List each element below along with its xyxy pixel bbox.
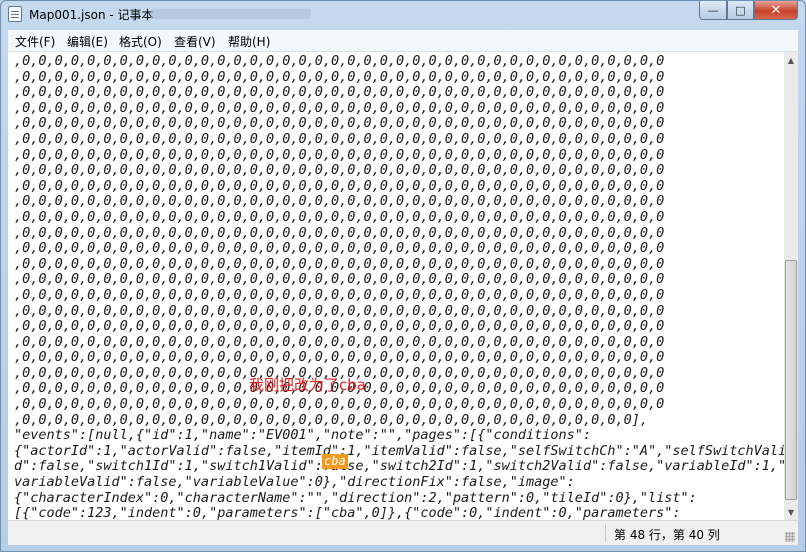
scroll-down-button[interactable]: ▼ (784, 504, 798, 520)
text-editor[interactable]: ,0,0,0,0,0,0,0,0,0,0,0,0,0,0,0,0,0,0,0,0… (8, 52, 784, 520)
maximize-button[interactable]: □ (727, 1, 754, 20)
editor-text[interactable]: ,0,0,0,0,0,0,0,0,0,0,0,0,0,0,0,0,0,0,0,0… (14, 53, 784, 520)
status-divider (605, 524, 606, 542)
overlay-annotation: 我刚把改为了cba (249, 376, 366, 394)
arrow-down-icon: ▼ (787, 507, 795, 517)
menu-bar: 文件(F) 编辑(E) 格式(O) 查看(V) 帮助(H) (8, 30, 798, 52)
menu-edit[interactable]: 编辑(E) (67, 33, 108, 50)
menu-file[interactable]: 文件(F) (15, 33, 55, 50)
maximize-icon: □ (735, 3, 746, 17)
minimize-button[interactable]: — (699, 1, 727, 20)
cursor-position: 第 48 行，第 40 列 (614, 528, 720, 542)
selected-text: cba (324, 454, 346, 468)
notepad-icon[interactable] (8, 6, 22, 22)
resize-grip-icon[interactable] (785, 532, 795, 542)
menu-format[interactable]: 格式(O) (119, 33, 162, 50)
menu-view[interactable]: 查看(V) (174, 33, 216, 50)
blurred-title-area (151, 9, 311, 19)
minimize-icon: — (707, 3, 719, 17)
close-icon: ✕ (770, 2, 782, 18)
arrow-up-icon: ▲ (787, 55, 795, 65)
vertical-scrollbar[interactable]: ▲ ▼ (784, 52, 798, 520)
menu-help[interactable]: 帮助(H) (228, 33, 270, 50)
title-bar[interactable]: Map001.json - 记事本 — □ ✕ (1, 1, 805, 27)
window-title: Map001.json - 记事本 (29, 8, 154, 22)
status-bar: 第 48 行，第 40 列 (8, 520, 798, 545)
scroll-up-button[interactable]: ▲ (784, 52, 798, 68)
notepad-window: Map001.json - 记事本 — □ ✕ 文件(F) 编辑(E) 格式(O… (0, 0, 806, 552)
scroll-thumb[interactable] (785, 260, 797, 500)
close-button[interactable]: ✕ (754, 1, 798, 20)
